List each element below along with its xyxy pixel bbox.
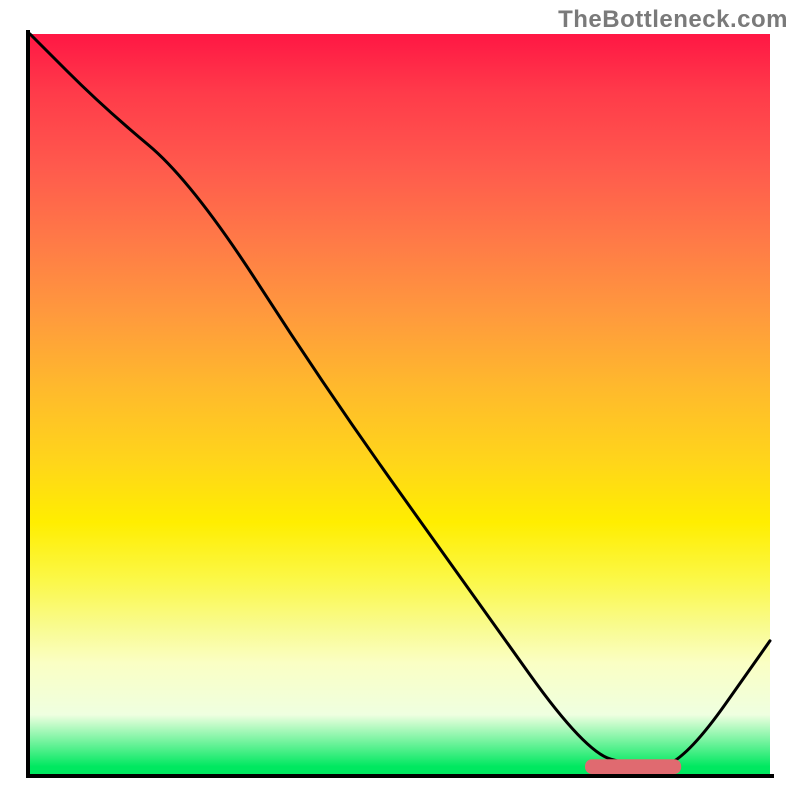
- bottleneck-curve: [30, 34, 770, 767]
- optimal-marker: [585, 759, 681, 774]
- watermark: TheBottleneck.com: [558, 6, 788, 34]
- plot-area: [30, 34, 770, 774]
- chart-container: TheBottleneck.com: [0, 0, 800, 800]
- chart-overlay: [30, 34, 770, 774]
